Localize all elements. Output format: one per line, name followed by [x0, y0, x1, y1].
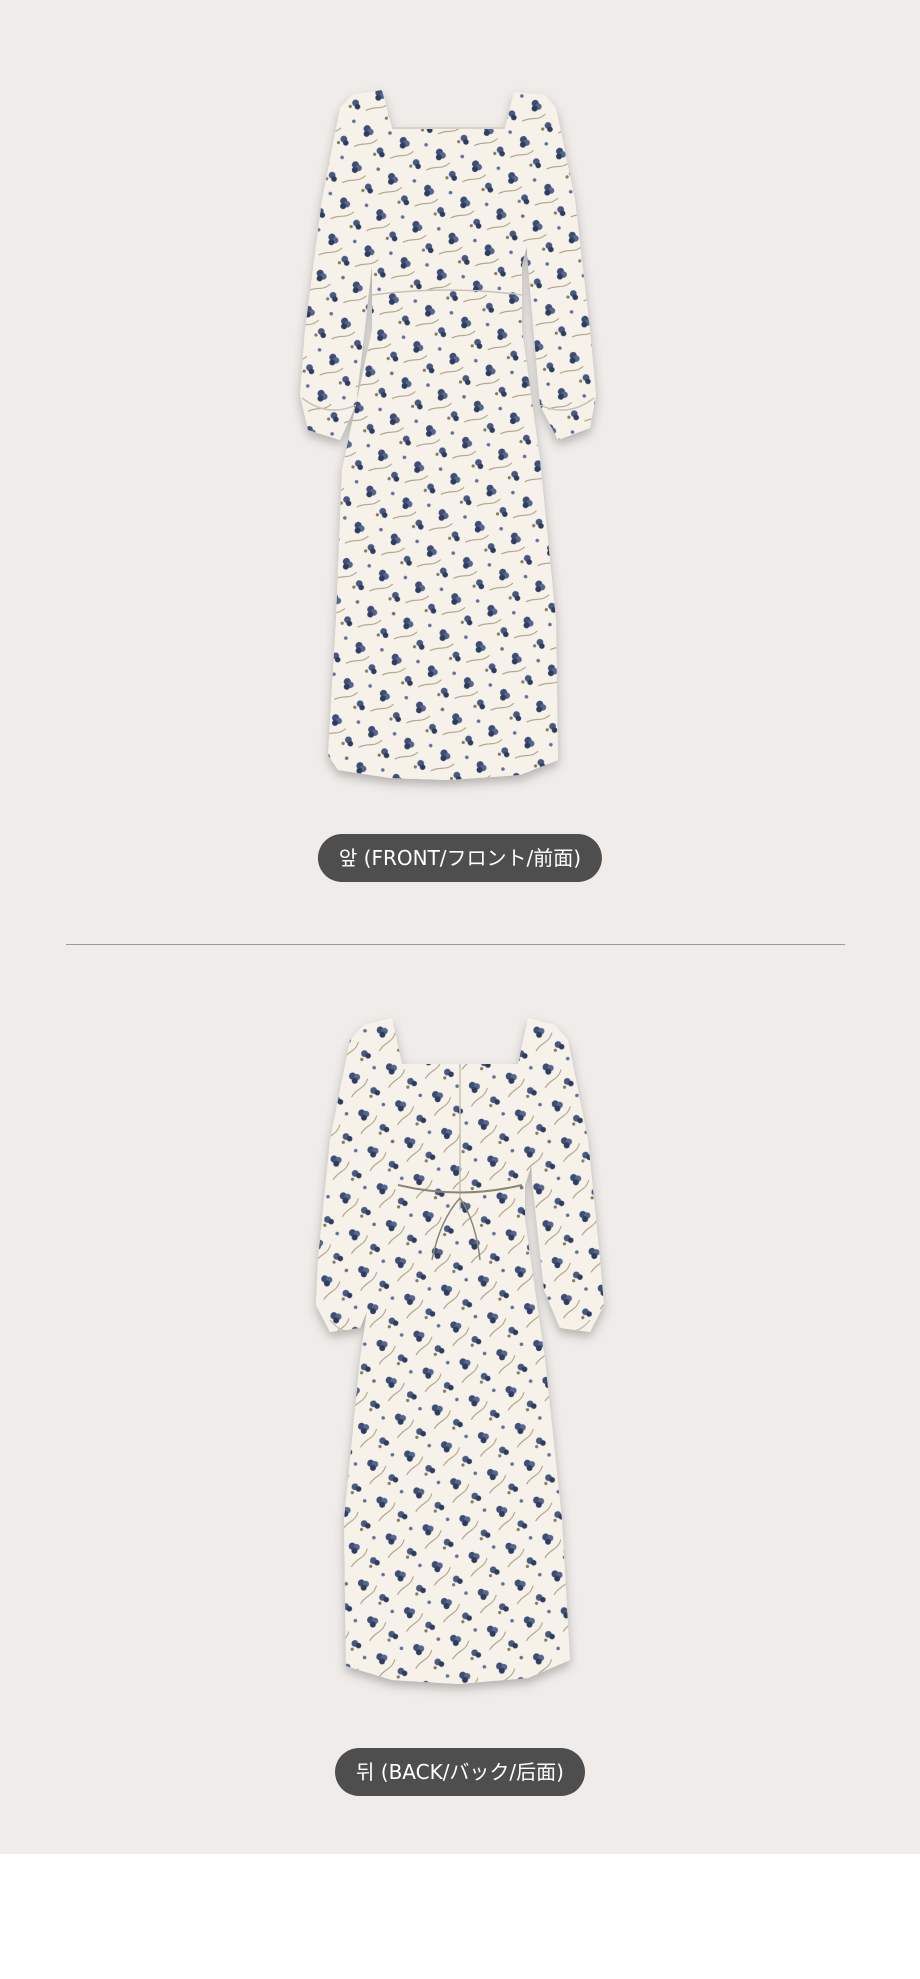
- dress-back-image: [0, 960, 920, 1720]
- back-view-label: 뒤 (BACK/バック/后面): [335, 1748, 585, 1796]
- front-view-label: 앞 (FRONT/フロント/前面): [317, 834, 603, 882]
- dress-front-image: [0, 0, 920, 800]
- section-divider: [66, 944, 845, 945]
